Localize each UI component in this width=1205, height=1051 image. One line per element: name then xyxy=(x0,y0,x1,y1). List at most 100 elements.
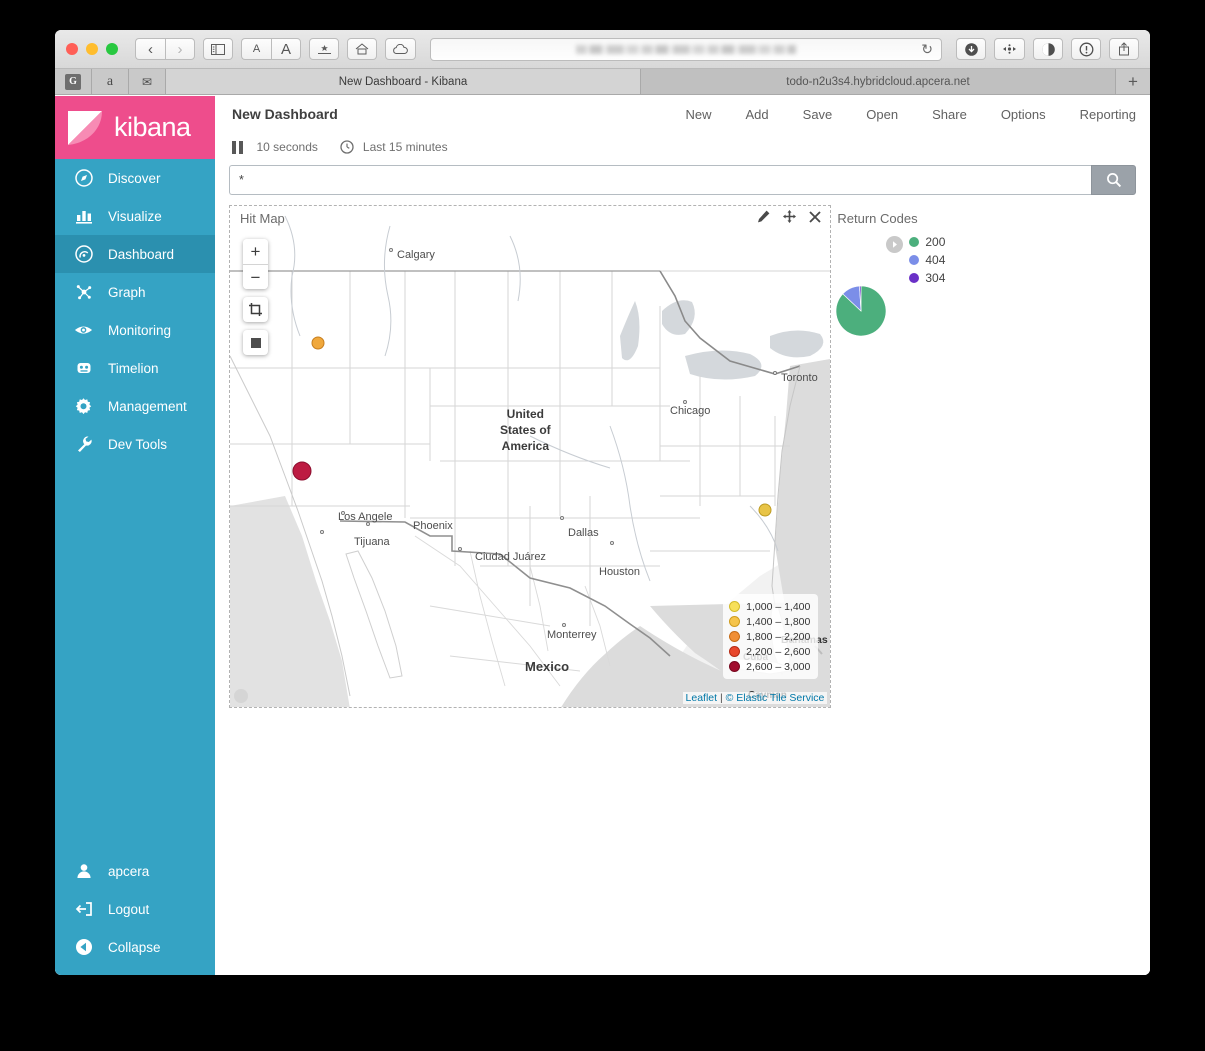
fit-bounds-button[interactable] xyxy=(243,297,268,322)
privacy-icon[interactable] xyxy=(1033,38,1063,60)
clock-icon xyxy=(340,140,354,154)
return-codes-legend: 200 404 304 xyxy=(886,235,945,285)
legend-items: 200 404 304 xyxy=(909,235,945,285)
legend-row: 2,200 – 2,600 xyxy=(729,644,810,659)
return-codes-pie-chart[interactable] xyxy=(835,285,887,342)
legend-label: 200 xyxy=(925,235,946,249)
sidebar-item-collapse[interactable]: Collapse xyxy=(55,928,215,966)
tab-todo-host[interactable]: todo-n2u3s4.hybridcloud.apcera.net xyxy=(641,69,1116,94)
back-button[interactable]: ‹ xyxy=(135,38,165,60)
legend-row: 1,000 – 1,400 xyxy=(729,599,810,614)
legend-swatch xyxy=(909,273,920,283)
marker-south-carolina[interactable] xyxy=(758,503,772,517)
extension-icon[interactable] xyxy=(994,38,1025,60)
legend-swatch xyxy=(729,616,741,627)
sidebar-item-apcera[interactable]: apcera xyxy=(55,852,215,890)
city-dot-monterrey xyxy=(562,623,566,627)
city-dot-phoenix xyxy=(366,522,370,526)
favorite-amazon[interactable]: a xyxy=(92,69,129,94)
menu-reporting[interactable]: Reporting xyxy=(1063,107,1136,122)
menu-share[interactable]: Share xyxy=(915,107,984,122)
favorite-google[interactable]: G xyxy=(55,69,92,94)
share-icon[interactable] xyxy=(1109,38,1139,60)
menu-save[interactable]: Save xyxy=(786,107,850,122)
close-panel-icon[interactable] xyxy=(809,210,822,228)
map-controls: + − xyxy=(243,239,268,355)
sidebar-item-dev-tools[interactable]: Dev Tools xyxy=(55,425,215,463)
page-title: New Dashboard xyxy=(232,106,338,122)
kibana-logo-mark xyxy=(64,107,106,149)
sidebar-toggle-button[interactable] xyxy=(203,38,233,60)
dashboard-timebar: 10 seconds Last 15 minutes xyxy=(215,132,1150,162)
reader-icon[interactable] xyxy=(309,38,339,60)
home-icon[interactable] xyxy=(347,38,377,60)
legend-label: 1,400 – 1,800 xyxy=(746,615,811,628)
leaflet-map[interactable]: Calgary Toronto Chicago Dallas Houston L… xyxy=(230,206,831,707)
sidebar-item-label: Visualize xyxy=(108,208,162,224)
sidebar-item-label: Collapse xyxy=(108,939,161,955)
legend-swatch xyxy=(909,255,920,265)
sidebar-item-visualize[interactable]: Visualize xyxy=(55,197,215,235)
city-label-toronto: Toronto xyxy=(781,372,818,384)
legend-row: 1,400 – 1,800 xyxy=(729,614,810,629)
tab-new-dashboard-kibana[interactable]: New Dashboard - Kibana xyxy=(166,69,641,94)
maximize-window-button[interactable] xyxy=(106,43,118,55)
favorite-mail[interactable]: ✉ xyxy=(129,69,166,94)
menu-open[interactable]: Open xyxy=(849,107,915,122)
reload-icon[interactable]: ↻ xyxy=(921,41,933,58)
text-larger-button[interactable]: A xyxy=(271,38,301,60)
sidebar-item-graph[interactable]: Graph xyxy=(55,273,215,311)
sidebar-item-monitoring[interactable]: Monitoring xyxy=(55,311,215,349)
map-legend: 1,000 – 1,400 1,400 – 1,800 1,800 – 2,20… xyxy=(723,594,819,679)
eye-icon xyxy=(74,321,93,340)
download-icon[interactable] xyxy=(956,38,986,60)
marker-california[interactable] xyxy=(292,461,312,481)
main-content: New Dashboard New Add Save Open Share Op… xyxy=(215,96,1150,975)
search-button[interactable] xyxy=(1091,165,1136,195)
new-tab-button[interactable]: + xyxy=(1116,69,1150,94)
gear-icon xyxy=(74,397,93,416)
menu-options[interactable]: Options xyxy=(984,107,1063,122)
leaflet-link[interactable]: Leaflet xyxy=(686,692,718,704)
search-input[interactable] xyxy=(229,165,1091,195)
legend-item-404[interactable]: 404 xyxy=(909,253,945,267)
legend-item-304[interactable]: 304 xyxy=(909,271,945,285)
dashboard-header: New Dashboard New Add Save Open Share Op… xyxy=(215,96,1150,132)
move-panel-icon[interactable] xyxy=(783,209,797,228)
menu-add[interactable]: Add xyxy=(729,107,786,122)
menu-new[interactable]: New xyxy=(669,107,729,122)
sidebar-item-management[interactable]: Management xyxy=(55,387,215,425)
sidebar-item-dashboard[interactable]: Dashboard xyxy=(55,235,215,273)
info-icon[interactable] xyxy=(1071,38,1101,60)
sidebar-item-timelion[interactable]: Timelion xyxy=(55,349,215,387)
pause-icon[interactable] xyxy=(232,140,243,154)
address-bar[interactable]: ↻ xyxy=(430,37,942,61)
country-label-mexico: Mexico xyxy=(525,659,570,674)
chevron-right-circle-icon[interactable] xyxy=(886,236,904,253)
text-smaller-button[interactable]: A xyxy=(241,38,271,60)
sidebar-item-label: Management xyxy=(108,398,187,414)
marker-oregon[interactable] xyxy=(311,336,325,350)
legend-swatch xyxy=(729,601,741,612)
kibana-logo[interactable]: kibana xyxy=(55,96,215,159)
time-range-label[interactable]: Last 15 minutes xyxy=(363,140,448,154)
forward-button[interactable]: › xyxy=(165,38,195,60)
text-size-buttons: A A xyxy=(241,38,301,60)
timelion-icon xyxy=(74,359,93,378)
logout-icon xyxy=(74,900,93,919)
zoom-out-button[interactable]: − xyxy=(243,264,268,289)
map-collapse-badge[interactable] xyxy=(234,689,248,703)
sidebar-item-discover[interactable]: Discover xyxy=(55,159,215,197)
edit-panel-icon[interactable] xyxy=(757,210,770,228)
legend-row: 2,600 – 3,000 xyxy=(729,659,810,674)
sidebar-item-logout[interactable]: Logout xyxy=(55,890,215,928)
elastic-tile-service-link[interactable]: © Elastic Tile Service xyxy=(726,692,825,704)
legend-item-200[interactable]: 200 xyxy=(909,235,945,249)
close-window-button[interactable] xyxy=(66,43,78,55)
refresh-interval-label[interactable]: 10 seconds xyxy=(257,140,318,154)
minimize-window-button[interactable] xyxy=(86,43,98,55)
draw-rectangle-button[interactable] xyxy=(243,330,268,355)
zoom-in-button[interactable]: + xyxy=(243,239,268,264)
icloud-icon[interactable] xyxy=(385,38,416,60)
